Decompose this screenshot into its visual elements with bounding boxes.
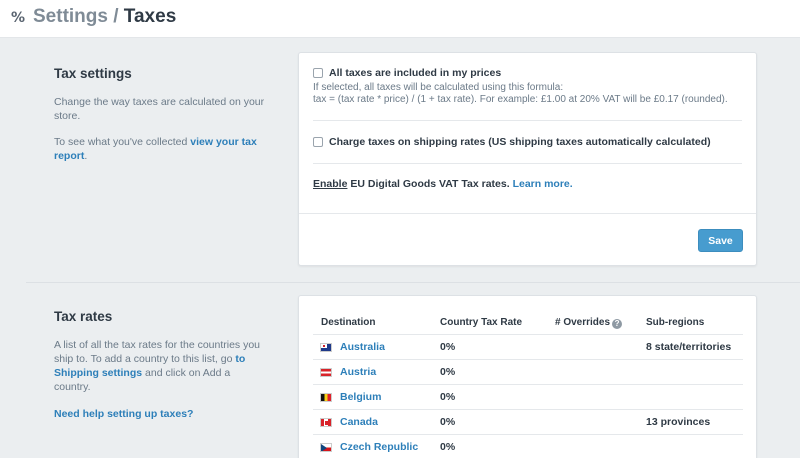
tax-settings-intro: Tax settings Change the way taxes are ca…: [54, 66, 269, 163]
country-rate: 0%: [440, 416, 456, 428]
overrides-column-header: # Overrides?: [555, 317, 623, 329]
czech-republic-flag-icon: [320, 443, 332, 452]
top-bar: % Settings / Taxes: [0, 0, 800, 38]
country-link[interactable]: Czech Republic: [340, 441, 418, 453]
divider: [313, 120, 742, 121]
tax-help-link[interactable]: Need help setting up taxes?: [54, 408, 193, 420]
charge-shipping-label[interactable]: Charge taxes on shipping rates (US shipp…: [329, 136, 711, 148]
country-link[interactable]: Austria: [340, 366, 376, 378]
taxes-included-checkbox[interactable]: [313, 68, 323, 78]
country-rate: 0%: [440, 341, 456, 353]
divider: [313, 163, 742, 164]
subregions-column-header: Sub-regions: [646, 317, 705, 328]
eu-vat-text: EU Digital Goods VAT Tax rates.: [350, 178, 510, 190]
country-rate: 0%: [440, 391, 456, 403]
breadcrumb-settings-link[interactable]: Settings: [33, 6, 108, 27]
subregions: 13 provinces: [646, 416, 711, 428]
country-link[interactable]: Belgium: [340, 391, 381, 403]
page-title: Taxes: [123, 6, 177, 27]
section-divider: [26, 282, 800, 283]
save-button[interactable]: Save: [698, 229, 743, 252]
tax-settings-card: All taxes are included in my prices If s…: [298, 52, 757, 266]
enable-eu-vat-link[interactable]: Enable: [313, 178, 347, 190]
card-footer-divider: [299, 213, 756, 214]
austria-flag-icon: [320, 368, 332, 377]
canada-flag-icon: [320, 418, 332, 427]
breadcrumb: Settings / Taxes: [33, 6, 176, 28]
table-row[interactable]: Australia 0% 8 state/territories: [313, 334, 743, 359]
tax-settings-heading: Tax settings: [54, 66, 132, 81]
eu-vat-row: Enable EU Digital Goods VAT Tax rates. L…: [313, 178, 573, 190]
question-icon[interactable]: ?: [612, 319, 623, 329]
tax-rates-heading: Tax rates: [54, 309, 113, 324]
country-rate: 0%: [440, 366, 456, 378]
taxes-included-label[interactable]: All taxes are included in my prices: [329, 67, 501, 79]
tax-report-text: To see what you've collected view your t…: [54, 136, 257, 162]
table-row[interactable]: Austria 0%: [313, 359, 743, 384]
tax-rates-intro: Tax rates A list of all the tax rates fo…: [54, 309, 269, 421]
table-row[interactable]: Belgium 0%: [313, 384, 743, 409]
table-row[interactable]: Canada 0% 13 provinces: [313, 409, 743, 434]
taxes-included-help-2: tax = (tax rate * price) / (1 + tax rate…: [313, 94, 728, 105]
country-link[interactable]: Canada: [340, 416, 378, 428]
destination-column-header: Destination: [321, 317, 376, 328]
breadcrumb-separator: /: [113, 6, 119, 27]
belgium-flag-icon: [320, 393, 332, 402]
country-rate: 0%: [440, 441, 456, 453]
tax-settings-description: Change the way taxes are calculated on y…: [54, 96, 265, 122]
country-rate-column-header: Country Tax Rate: [440, 317, 523, 328]
taxes-included-help-1: If selected, all taxes will be calculate…: [313, 82, 564, 93]
australia-flag-icon: [320, 343, 332, 352]
tax-rates-card: Destination Country Tax Rate # Overrides…: [298, 295, 757, 458]
charge-shipping-checkbox[interactable]: [313, 137, 323, 147]
subregions: 8 state/territories: [646, 341, 732, 353]
learn-more-link[interactable]: Learn more.: [513, 178, 573, 190]
tax-rates-description: A list of all the tax rates for the coun…: [54, 339, 261, 393]
country-link[interactable]: Australia: [340, 341, 385, 353]
percent-icon: %: [11, 10, 26, 26]
table-row[interactable]: Czech Republic 0%: [313, 434, 743, 458]
